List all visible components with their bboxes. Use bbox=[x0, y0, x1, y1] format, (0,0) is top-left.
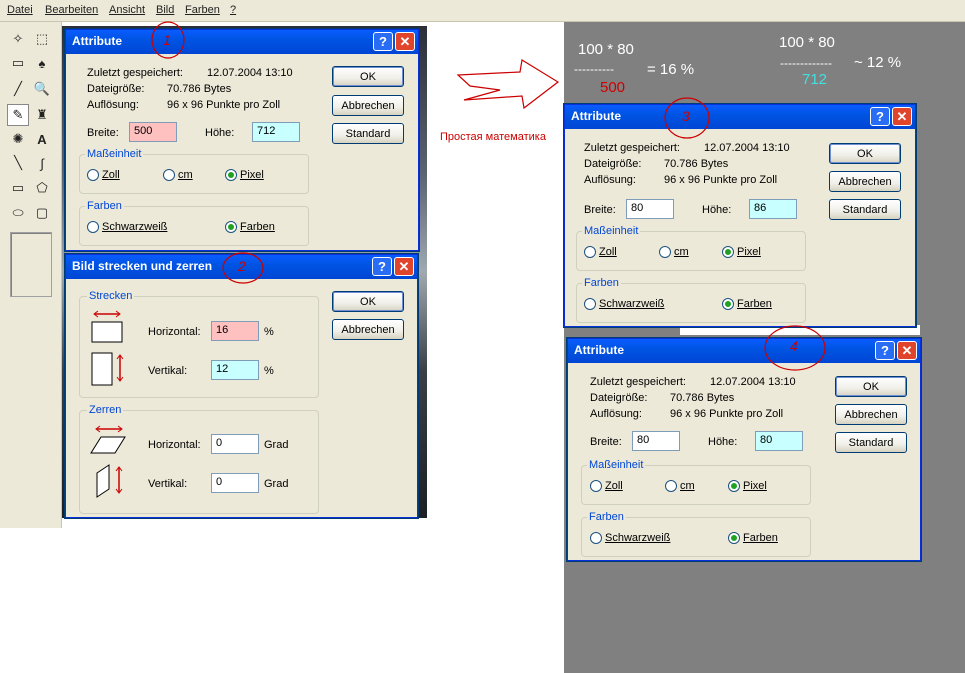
annotation-overlay bbox=[151, 21, 826, 371]
formula1-denominator: 500 bbox=[600, 79, 626, 96]
formula1-divider: ---------- bbox=[574, 62, 614, 76]
formula2-divider: ------------- bbox=[780, 56, 832, 70]
step1-label: 1 bbox=[163, 32, 171, 48]
formula2-numerator: 100 * 80 bbox=[779, 34, 835, 51]
formula2-result: ~ 12 % bbox=[854, 54, 902, 71]
step3-label: 3 bbox=[682, 108, 690, 124]
arrow-icon bbox=[456, 59, 560, 110]
step2-label: 2 bbox=[238, 258, 246, 274]
formula1-numerator: 100 * 80 bbox=[578, 41, 634, 58]
formula2-denominator: 712 bbox=[802, 71, 828, 88]
step4-label: 4 bbox=[790, 338, 798, 354]
simple-math-note: Простая математика bbox=[440, 131, 546, 143]
formula1-result: = 16 % bbox=[647, 61, 695, 78]
